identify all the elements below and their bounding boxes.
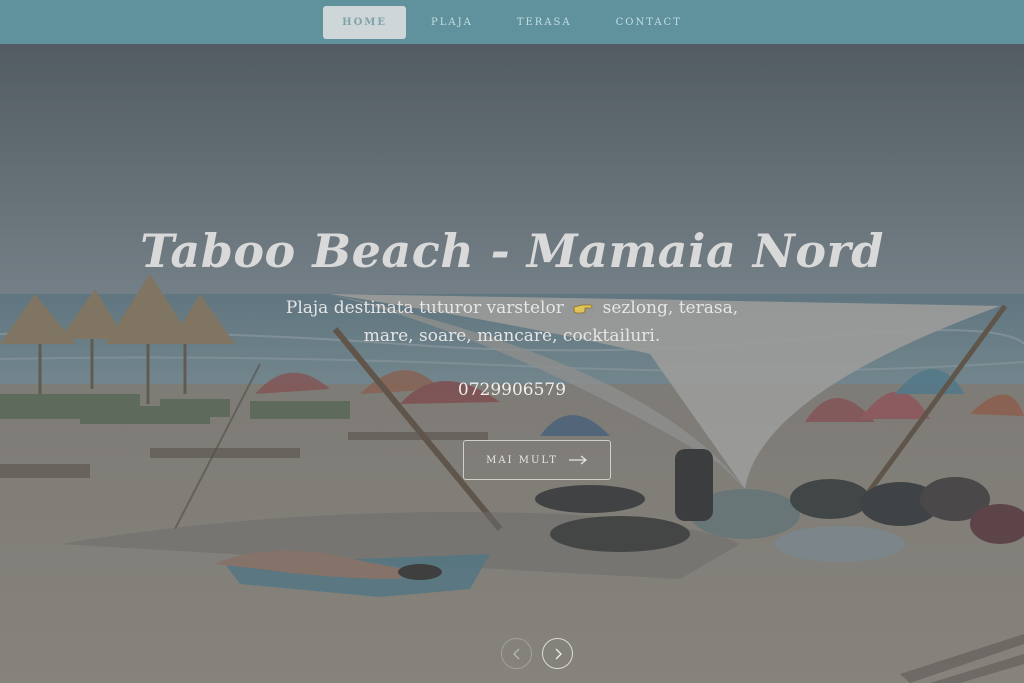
hero-slide: Taboo Beach - Mamaia Nord Plaja destinat…: [0, 44, 1024, 683]
pointing-hand-icon: [573, 304, 593, 314]
nav-menu: HOME PLAJA TERASA CONTACT: [323, 5, 701, 39]
main-navbar: HOME PLAJA TERASA CONTACT: [0, 0, 1024, 44]
hero-subtitle-text-1: Plaja destinata tuturor varstelor: [285, 298, 564, 318]
hero-content: Taboo Beach - Mamaia Nord Plaja destinat…: [0, 44, 1024, 683]
nav-item-terasa[interactable]: TERASA: [498, 6, 591, 39]
nav-item-home[interactable]: HOME: [323, 5, 406, 39]
more-button-label: MAI MULT: [486, 454, 558, 466]
more-button[interactable]: MAI MULT: [463, 440, 611, 480]
hero-title: Taboo Beach - Mamaia Nord: [140, 224, 884, 278]
hero-subtitle: Plaja destinata tuturor varstelor sezlon…: [262, 294, 762, 350]
nav-item-plaja[interactable]: PLAJA: [412, 6, 492, 39]
nav-item-contact[interactable]: CONTACT: [597, 6, 701, 39]
phone-number-link[interactable]: 0729906579: [0, 380, 1024, 400]
arrow-right-icon: [568, 455, 587, 465]
